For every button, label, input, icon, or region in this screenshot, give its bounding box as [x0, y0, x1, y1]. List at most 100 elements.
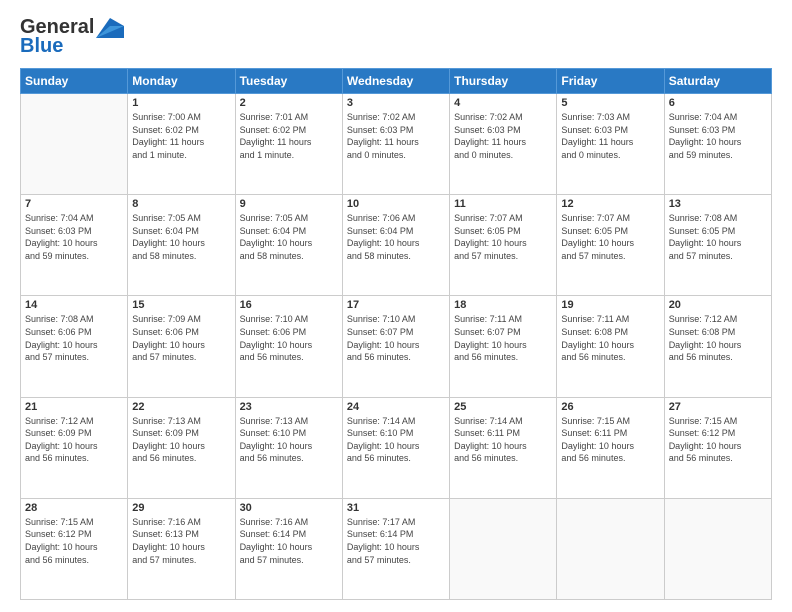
page: General Blue SundayMondayTuesdayWednesda… — [0, 0, 792, 612]
day-number: 29 — [132, 502, 230, 514]
day-info: Sunrise: 7:06 AMSunset: 6:04 PMDaylight:… — [347, 212, 445, 262]
day-number: 6 — [669, 97, 767, 109]
calendar-cell: 10 Sunrise: 7:06 AMSunset: 6:04 PMDayligh… — [342, 195, 449, 296]
calendar-cell: 1Sunrise: 7:00 AMSunset: 6:02 PMDaylight… — [128, 94, 235, 195]
day-info: Sunrise: 7:15 AMSunset: 6:12 PMDaylight:… — [669, 415, 767, 465]
weekday-header-saturday: Saturday — [664, 69, 771, 94]
calendar-week-row-4: 21 Sunrise: 7:12 AMSunset: 6:09 PMDayligh… — [21, 397, 772, 498]
day-info: Sunrise: 7:13 AMSunset: 6:09 PMDaylight:… — [132, 415, 230, 465]
day-number: 18 — [454, 299, 552, 311]
weekday-header-monday: Monday — [128, 69, 235, 94]
day-info: Sunrise: 7:17 AMSunset: 6:14 PMDaylight:… — [347, 516, 445, 566]
day-info: Sunrise: 7:11 AMSunset: 6:07 PMDaylight:… — [454, 313, 552, 363]
day-info: Sunrise: 7:15 AMSunset: 6:11 PMDaylight:… — [561, 415, 659, 465]
calendar-cell — [557, 498, 664, 599]
day-number: 16 — [240, 299, 338, 311]
calendar-cell: 6 Sunrise: 7:04 AMSunset: 6:03 PMDaylight… — [664, 94, 771, 195]
day-info: Sunrise: 7:13 AMSunset: 6:10 PMDaylight:… — [240, 415, 338, 465]
header: General Blue — [20, 16, 772, 58]
weekday-header-sunday: Sunday — [21, 69, 128, 94]
day-number: 19 — [561, 299, 659, 311]
calendar-cell: 24 Sunrise: 7:14 AMSunset: 6:10 PMDayligh… — [342, 397, 449, 498]
day-number: 13 — [669, 198, 767, 210]
calendar-cell: 8 Sunrise: 7:05 AMSunset: 6:04 PMDaylight… — [128, 195, 235, 296]
day-number: 25 — [454, 401, 552, 413]
day-number: 7 — [25, 198, 123, 210]
calendar-cell: 25 Sunrise: 7:14 AMSunset: 6:11 PMDayligh… — [450, 397, 557, 498]
day-number: 21 — [25, 401, 123, 413]
calendar-cell: 17 Sunrise: 7:10 AMSunset: 6:07 PMDayligh… — [342, 296, 449, 397]
day-number: 10 — [347, 198, 445, 210]
day-info: Sunrise: 7:03 AMSunset: 6:03 PMDaylight:… — [561, 111, 659, 161]
day-number: 3 — [347, 97, 445, 109]
calendar-cell — [450, 498, 557, 599]
calendar-cell: 27 Sunrise: 7:15 AMSunset: 6:12 PMDayligh… — [664, 397, 771, 498]
calendar-week-row-3: 14 Sunrise: 7:08 AMSunset: 6:06 PMDayligh… — [21, 296, 772, 397]
calendar-cell: 18 Sunrise: 7:11 AMSunset: 6:07 PMDayligh… — [450, 296, 557, 397]
day-number: 11 — [454, 198, 552, 210]
day-number: 27 — [669, 401, 767, 413]
day-number: 12 — [561, 198, 659, 210]
day-number: 20 — [669, 299, 767, 311]
day-number: 23 — [240, 401, 338, 413]
calendar-cell: 2 Sunrise: 7:01 AMSunset: 6:02 PMDaylight… — [235, 94, 342, 195]
calendar-cell: 11 Sunrise: 7:07 AMSunset: 6:05 PMDayligh… — [450, 195, 557, 296]
day-info: Sunrise: 7:07 AMSunset: 6:05 PMDaylight:… — [454, 212, 552, 262]
day-number: 28 — [25, 502, 123, 514]
calendar-cell: 20 Sunrise: 7:12 AMSunset: 6:08 PMDayligh… — [664, 296, 771, 397]
day-number: 8 — [132, 198, 230, 210]
day-info: Sunrise: 7:14 AMSunset: 6:11 PMDaylight:… — [454, 415, 552, 465]
calendar-week-row-1: 1Sunrise: 7:00 AMSunset: 6:02 PMDaylight… — [21, 94, 772, 195]
calendar-cell: 21 Sunrise: 7:12 AMSunset: 6:09 PMDayligh… — [21, 397, 128, 498]
logo: General Blue — [20, 16, 124, 58]
calendar-cell: 30Sunrise: 7:16 AMSunset: 6:14 PMDayligh… — [235, 498, 342, 599]
day-number: 31 — [347, 502, 445, 514]
day-number: 24 — [347, 401, 445, 413]
calendar-cell: 13 Sunrise: 7:08 AMSunset: 6:05 PMDayligh… — [664, 195, 771, 296]
day-number: 9 — [240, 198, 338, 210]
day-info: Sunrise: 7:10 AMSunset: 6:07 PMDaylight:… — [347, 313, 445, 363]
day-number: 22 — [132, 401, 230, 413]
calendar-cell: 26 Sunrise: 7:15 AMSunset: 6:11 PMDayligh… — [557, 397, 664, 498]
day-info: Sunrise: 7:12 AMSunset: 6:09 PMDaylight:… — [25, 415, 123, 465]
calendar-week-row-5: 28Sunrise: 7:15 AMSunset: 6:12 PMDayligh… — [21, 498, 772, 599]
logo-icon — [96, 18, 124, 38]
day-info: Sunrise: 7:04 AMSunset: 6:03 PMDaylight:… — [669, 111, 767, 161]
day-info: Sunrise: 7:05 AMSunset: 6:04 PMDaylight:… — [240, 212, 338, 262]
calendar-cell: 28Sunrise: 7:15 AMSunset: 6:12 PMDayligh… — [21, 498, 128, 599]
weekday-header-friday: Friday — [557, 69, 664, 94]
day-info: Sunrise: 7:08 AMSunset: 6:06 PMDaylight:… — [25, 313, 123, 363]
day-info: Sunrise: 7:09 AMSunset: 6:06 PMDaylight:… — [132, 313, 230, 363]
day-number: 26 — [561, 401, 659, 413]
day-info: Sunrise: 7:10 AMSunset: 6:06 PMDaylight:… — [240, 313, 338, 363]
calendar-cell: 31 Sunrise: 7:17 AMSunset: 6:14 PMDayligh… — [342, 498, 449, 599]
weekday-header-row: SundayMondayTuesdayWednesdayThursdayFrid… — [21, 69, 772, 94]
calendar-cell: 29 Sunrise: 7:16 AMSunset: 6:13 PMDayligh… — [128, 498, 235, 599]
calendar-cell: 14 Sunrise: 7:08 AMSunset: 6:06 PMDayligh… — [21, 296, 128, 397]
day-info: Sunrise: 7:08 AMSunset: 6:05 PMDaylight:… — [669, 212, 767, 262]
calendar-cell: 22 Sunrise: 7:13 AMSunset: 6:09 PMDayligh… — [128, 397, 235, 498]
day-info: Sunrise: 7:12 AMSunset: 6:08 PMDaylight:… — [669, 313, 767, 363]
day-info: Sunrise: 7:04 AMSunset: 6:03 PMDaylight:… — [25, 212, 123, 262]
day-info: Sunrise: 7:02 AMSunset: 6:03 PMDaylight:… — [454, 111, 552, 161]
calendar-cell: 16 Sunrise: 7:10 AMSunset: 6:06 PMDayligh… — [235, 296, 342, 397]
day-number: 4 — [454, 97, 552, 109]
weekday-header-wednesday: Wednesday — [342, 69, 449, 94]
weekday-header-tuesday: Tuesday — [235, 69, 342, 94]
day-info: Sunrise: 7:02 AMSunset: 6:03 PMDaylight:… — [347, 111, 445, 161]
day-info: Sunrise: 7:05 AMSunset: 6:04 PMDaylight:… — [132, 212, 230, 262]
calendar-cell: 15Sunrise: 7:09 AMSunset: 6:06 PMDayligh… — [128, 296, 235, 397]
day-info: Sunrise: 7:14 AMSunset: 6:10 PMDaylight:… — [347, 415, 445, 465]
calendar-cell — [664, 498, 771, 599]
day-number: 14 — [25, 299, 123, 311]
weekday-header-thursday: Thursday — [450, 69, 557, 94]
calendar-cell: 3 Sunrise: 7:02 AMSunset: 6:03 PMDaylight… — [342, 94, 449, 195]
day-number: 2 — [240, 97, 338, 109]
day-info: Sunrise: 7:16 AMSunset: 6:13 PMDaylight:… — [132, 516, 230, 566]
day-number: 30 — [240, 502, 338, 514]
day-number: 17 — [347, 299, 445, 311]
day-info: Sunrise: 7:01 AMSunset: 6:02 PMDaylight:… — [240, 111, 338, 161]
day-number: 1 — [132, 97, 230, 109]
logo-blue-text: Blue — [20, 35, 63, 58]
calendar-cell — [21, 94, 128, 195]
